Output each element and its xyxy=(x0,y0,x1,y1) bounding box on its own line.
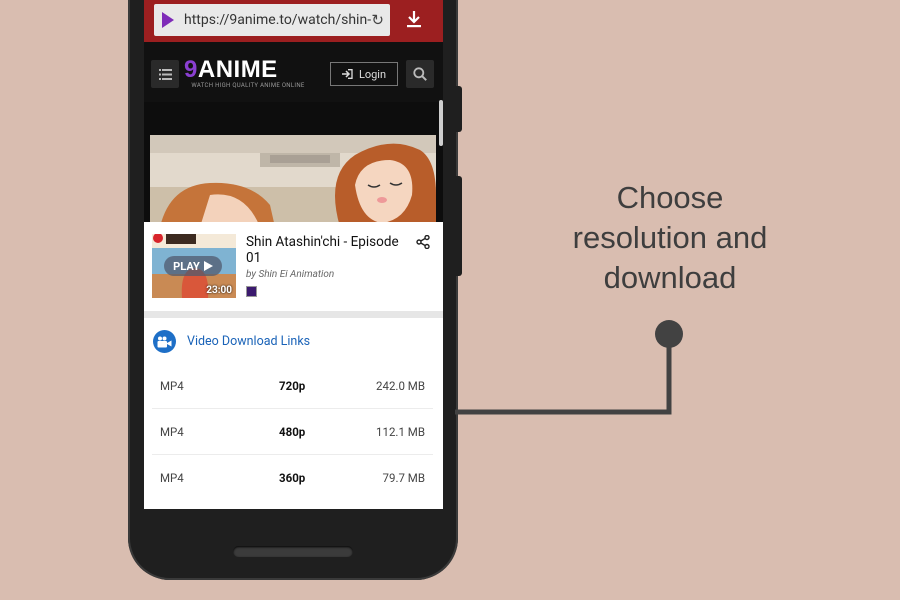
download-format: MP4 xyxy=(160,471,184,485)
phone-speaker xyxy=(233,546,353,557)
play-icon xyxy=(203,261,213,271)
list-icon xyxy=(158,68,172,80)
caption-line-3: download xyxy=(603,260,737,295)
video-frame-image xyxy=(150,135,436,227)
download-row-720p[interactable]: MP4 720p 242.0 MB xyxy=(152,363,433,409)
download-icon[interactable] xyxy=(406,10,422,33)
video-author: by Shin Ei Animation xyxy=(246,269,335,280)
phone-screen: https://9anime.to/watch/shin- ↻ 9ANIME W… xyxy=(144,0,443,509)
login-button[interactable]: Login xyxy=(330,62,398,86)
reload-icon[interactable]: ↻ xyxy=(371,11,384,29)
channel-icon xyxy=(246,286,257,297)
download-format: MP4 xyxy=(160,379,184,393)
power-button xyxy=(456,176,462,276)
menu-button[interactable] xyxy=(151,60,179,88)
search-icon xyxy=(413,67,427,81)
download-sheet: PLAY 23:00 Shin Atashin'chi - Episode 01… xyxy=(144,222,443,509)
play-label: PLAY xyxy=(173,259,200,273)
download-resolution: 360p xyxy=(279,471,306,485)
search-button[interactable] xyxy=(406,60,434,88)
logo-number: 9 xyxy=(184,56,198,83)
logo-word: ANIME xyxy=(197,56,278,83)
play-button[interactable]: PLAY xyxy=(164,256,222,276)
download-resolution: 480p xyxy=(279,425,306,439)
caption-line-1: Choose xyxy=(616,180,724,215)
download-row-360p[interactable]: MP4 360p 79.7 MB xyxy=(152,455,433,501)
login-label: Login xyxy=(358,67,387,81)
volume-button xyxy=(456,86,462,132)
site-header: 9ANIME WATCH HIGH QUALITY ANIME ONLINE L… xyxy=(144,42,443,102)
video-camera-icon xyxy=(153,330,176,353)
caption-line-2: resolution and xyxy=(572,220,768,255)
download-links-label: Video Download Links xyxy=(187,334,311,349)
video-player[interactable] xyxy=(150,135,436,227)
annotation-caption: Choose resolution and download xyxy=(540,178,800,298)
url-text[interactable]: https://9anime.to/watch/shin- xyxy=(184,12,371,28)
download-row-480p[interactable]: MP4 480p 112.1 MB xyxy=(152,409,433,455)
annotation-pointer xyxy=(455,320,683,415)
download-size: 112.1 MB xyxy=(376,425,425,439)
video-duration: 23:00 xyxy=(206,285,232,296)
site-logo[interactable]: 9ANIME WATCH HIGH QUALITY ANIME ONLINE xyxy=(184,58,312,90)
download-size: 79.7 MB xyxy=(382,471,425,485)
page-scrollbar[interactable] xyxy=(439,100,443,146)
sign-in-icon xyxy=(341,69,353,79)
video-thumbnail[interactable]: PLAY 23:00 xyxy=(152,234,236,298)
download-size: 242.0 MB xyxy=(376,379,425,393)
download-resolution: 720p xyxy=(279,379,306,393)
video-title: Shin Atashin'chi - Episode 01 xyxy=(246,234,399,266)
download-links-header: Video Download Links xyxy=(153,330,310,353)
browser-toolbar: https://9anime.to/watch/shin- ↻ xyxy=(144,0,443,42)
logo-tagline: WATCH HIGH QUALITY ANIME ONLINE xyxy=(191,82,305,89)
share-icon[interactable] xyxy=(416,234,430,253)
download-format: MP4 xyxy=(160,425,184,439)
app-play-icon xyxy=(162,12,174,28)
section-divider xyxy=(144,311,443,318)
address-bar[interactable]: https://9anime.to/watch/shin- ↻ xyxy=(154,4,390,36)
